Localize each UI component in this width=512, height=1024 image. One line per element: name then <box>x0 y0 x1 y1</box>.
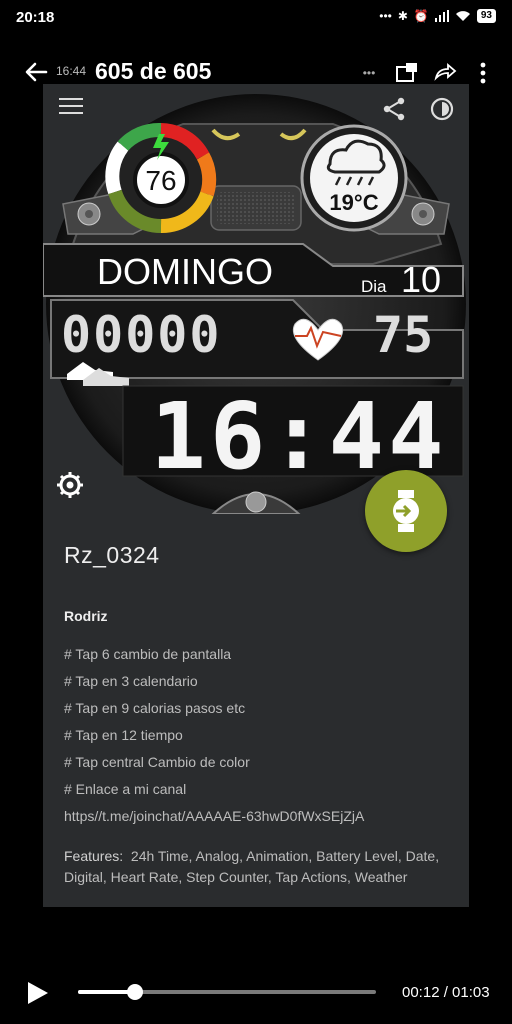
weather-complication[interactable]: 19°C <box>300 124 408 232</box>
watch-install-icon <box>393 490 419 532</box>
status-time: 20:18 <box>16 9 55 26</box>
description-line: # Tap en 12 tiempo <box>64 727 183 743</box>
theme-toggle-icon[interactable] <box>429 96 455 122</box>
screw-left-icon <box>77 202 101 226</box>
play-icon[interactable] <box>24 980 50 1006</box>
seek-thumb[interactable] <box>126 984 143 1000</box>
author-name[interactable]: Rodriz <box>64 608 108 624</box>
heart-rate-value[interactable]: 75 <box>373 306 433 364</box>
settings-gear-icon[interactable] <box>55 470 85 500</box>
watch-face-title: Rz_0324 <box>64 542 160 568</box>
temperature-value: 19°C <box>329 190 378 215</box>
playback-time: 00:12 / 01:03 <box>402 984 490 1001</box>
battery-indicator: 93 <box>476 9 496 23</box>
signal-icon <box>434 10 449 22</box>
wifi-icon <box>455 11 470 21</box>
status-bar: 20:18 ••• ✱ ⏰ 93 <box>0 0 512 36</box>
frame-counter-title: 605 de 605 <box>95 58 212 84</box>
watch-face-preview[interactable]: 76 19°C DOMINGO Dia 10 00000 75 16:44 <box>43 94 469 514</box>
description-line: # Tap 6 cambio de pantalla <box>64 646 232 662</box>
features: Features: 24h Time, Analog, Animation, B… <box>64 846 459 888</box>
share-forward-icon[interactable] <box>432 60 458 86</box>
more-dots-icon: ••• <box>362 66 376 80</box>
channel-link[interactable]: https//t.me/joinchat/AAAAAE-63hwD0fWxSEj… <box>64 808 454 835</box>
notification-dots: ••• <box>379 9 392 23</box>
description-line: # Tap central Cambio de color <box>64 754 250 770</box>
description-line: # Tap en 9 calorias pasos etc <box>64 700 246 716</box>
step-count[interactable]: 00000 <box>61 306 222 364</box>
day-label: Dia <box>361 277 387 296</box>
share-icon[interactable] <box>381 96 407 122</box>
more-vertical-icon[interactable] <box>470 60 496 86</box>
battery-gauge[interactable]: 76 <box>105 122 217 234</box>
status-icons: ••• ✱ ⏰ 93 <box>379 9 496 23</box>
overlay-time: 16:44 <box>56 64 87 78</box>
description-line: # Tap en 3 calendario <box>64 673 198 689</box>
day-number[interactable]: 10 <box>401 259 441 300</box>
description-line: # Enlace a mi canal <box>64 781 187 797</box>
menu-icon[interactable] <box>59 98 83 116</box>
features-label: Features: <box>64 848 124 864</box>
seek-bar[interactable] <box>78 984 376 1000</box>
battery-level-value: 76 <box>145 165 176 196</box>
app-screen: 76 19°C DOMINGO Dia 10 00000 75 16:44 Rz… <box>43 84 469 907</box>
screw-right-icon <box>411 202 435 226</box>
crown-screw-icon <box>245 491 267 513</box>
bluetooth-icon: ✱ <box>397 9 408 23</box>
back-arrow-icon[interactable] <box>22 58 50 86</box>
send-to-watch-button[interactable] <box>365 470 447 552</box>
alarm-icon: ⏰ <box>413 9 429 23</box>
pip-icon[interactable] <box>394 60 420 86</box>
description: # Tap 6 cambio de pantalla # Tap en 3 ca… <box>64 646 454 835</box>
day-name[interactable]: DOMINGO <box>97 251 273 292</box>
topbar-actions: ••• <box>356 60 496 86</box>
